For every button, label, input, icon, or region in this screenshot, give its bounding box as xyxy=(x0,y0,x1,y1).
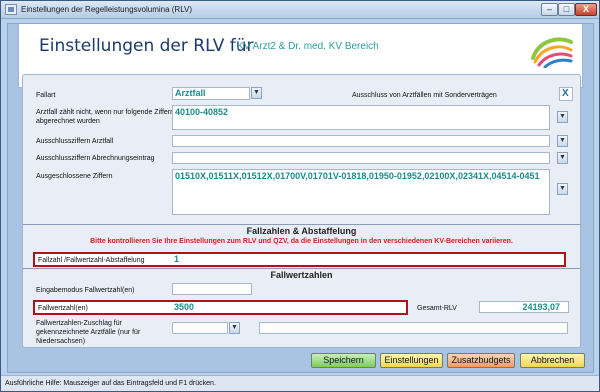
zuschlag-select[interactable] xyxy=(172,322,228,334)
nicht-zaehlen-value: 40100-40852 xyxy=(175,107,229,117)
settings-panel: Fallart Arztfall ▼ Ausschluss von Arztfä… xyxy=(22,74,581,348)
chevron-down-icon: ▼ xyxy=(559,154,566,161)
ausgeschlossene-field[interactable]: 01510X,01511X,01512X,01700V,01701V-01818… xyxy=(172,169,550,215)
save-button[interactable]: Speichern xyxy=(311,353,376,368)
rlv-settings-window: Einstellungen der Regelleistungsvolumina… xyxy=(0,0,600,392)
chevron-down-icon: ▼ xyxy=(559,185,566,192)
fallzahlen-warning: Bitte kontrollieren Sie Ihre Einstellung… xyxy=(90,238,513,245)
swoosh-logo-icon xyxy=(531,37,573,68)
fallart-select[interactable]: Arztfall xyxy=(172,87,250,100)
settings-button[interactable]: Einstellungen xyxy=(380,353,443,368)
app-icon xyxy=(5,4,17,15)
fallwertzahl-label: Fallwertzahl(en) xyxy=(38,305,88,312)
zuschlag-text-field[interactable] xyxy=(259,322,568,334)
fallwertzahl-field[interactable]: 3500 xyxy=(172,302,404,313)
sondervertraege-checkbox[interactable]: X xyxy=(559,87,573,101)
chevron-down-icon: ▼ xyxy=(253,89,260,96)
ausgeschlossene-label: Ausgeschlossene Ziffern xyxy=(36,173,113,180)
eingabemodus-label: Eingabemodus Fallwertzahl(en) xyxy=(36,287,135,294)
window-title: Einstellungen der Regelleistungsvolumina… xyxy=(21,5,193,14)
page-subtitle: KV Arzt2 & Dr. med. KV Bereich xyxy=(237,41,379,52)
ausgeschlossene-dropdown-button[interactable]: ▼ xyxy=(557,183,568,195)
zuschlag-label: Fallwertzahlen-Zuschlag für gekennzeichn… xyxy=(36,320,141,345)
fallwertzahl-row: Fallwertzahl(en) 3500 xyxy=(33,300,408,315)
ausschluss-arztfall-field[interactable] xyxy=(172,135,550,147)
minimize-button[interactable]: – xyxy=(541,3,558,16)
ausschluss-arztfall-dropdown-button[interactable]: ▼ xyxy=(557,135,568,147)
fallwertzahl-value: 3500 xyxy=(174,302,195,312)
ausgeschlossene-value: 01510X,01511X,01512X,01700V,01701V-01818… xyxy=(175,171,540,181)
zuschlag-dropdown-button[interactable]: ▼ xyxy=(229,322,240,334)
ausschluss-abrechnung-dropdown-button[interactable]: ▼ xyxy=(557,152,568,164)
abstaffelung-value: 1 xyxy=(174,254,180,264)
save-button-label: Speichern xyxy=(323,355,364,365)
cancel-button[interactable]: Abbrechen xyxy=(520,353,585,368)
page-title: Einstellungen der RLV für xyxy=(39,36,254,56)
settings-button-label: Einstellungen xyxy=(384,355,439,365)
ausschluss-abrechnung-label: Ausschlussziffern Abrechnungseintrag xyxy=(36,155,155,162)
chevron-down-icon: ▼ xyxy=(559,113,566,120)
status-text: Ausführliche Hilfe: Mauszeiger auf das E… xyxy=(5,380,216,387)
ausschluss-arztfall-label: Ausschlussziffern Arztfall xyxy=(36,138,114,145)
sondervertraege-label: Ausschluss von Arztfällen mit Sondervert… xyxy=(352,92,497,99)
fallart-dropdown-button[interactable]: ▼ xyxy=(251,87,262,99)
client-area: Einstellungen der RLV für KV Arzt2 & Dr.… xyxy=(7,23,594,373)
maximize-button[interactable]: □ xyxy=(558,3,575,16)
fallzahlen-section-header: Fallzahlen & Abstaffelung xyxy=(23,224,580,236)
ausschluss-abrechnung-field[interactable] xyxy=(172,152,550,164)
fallart-label: Fallart xyxy=(36,92,56,99)
nicht-zaehlen-field[interactable]: 40100-40852 xyxy=(172,105,550,130)
fallwertzahlen-section-header: Fallwertzahlen xyxy=(23,268,580,280)
cancel-button-label: Abbrechen xyxy=(530,355,575,365)
fallart-value: Arztfall xyxy=(175,88,206,98)
title-bar[interactable]: Einstellungen der Regelleistungsvolumina… xyxy=(1,1,599,19)
abstaffelung-field[interactable]: 1 xyxy=(172,254,562,265)
zusatzbudgets-button-label: Zusatzbudgets xyxy=(451,355,511,365)
nicht-zaehlen-label: Arztfall zählt nicht, wenn nur folgende … xyxy=(36,109,175,125)
abstaffelung-row: Fallzahl /Fallwertzahl-Abstaffelung 1 xyxy=(33,252,566,267)
chevron-down-icon: ▼ xyxy=(559,137,566,144)
gesamt-rlv-field: 24193,07 xyxy=(479,301,569,313)
gesamt-rlv-value: 24193,07 xyxy=(522,302,560,312)
close-button[interactable]: X xyxy=(575,3,597,16)
chevron-down-icon: ▼ xyxy=(231,324,238,331)
gesamt-rlv-label: Gesamt-RLV xyxy=(417,305,457,312)
nicht-zaehlen-dropdown-button[interactable]: ▼ xyxy=(557,111,568,123)
eingabemodus-field[interactable] xyxy=(172,283,252,295)
status-bar: Ausführliche Hilfe: Mauszeiger auf das E… xyxy=(1,375,599,391)
zusatzbudgets-button[interactable]: Zusatzbudgets xyxy=(447,353,515,368)
sondervertraege-value: X xyxy=(562,88,569,99)
abstaffelung-label: Fallzahl /Fallwertzahl-Abstaffelung xyxy=(38,257,145,264)
